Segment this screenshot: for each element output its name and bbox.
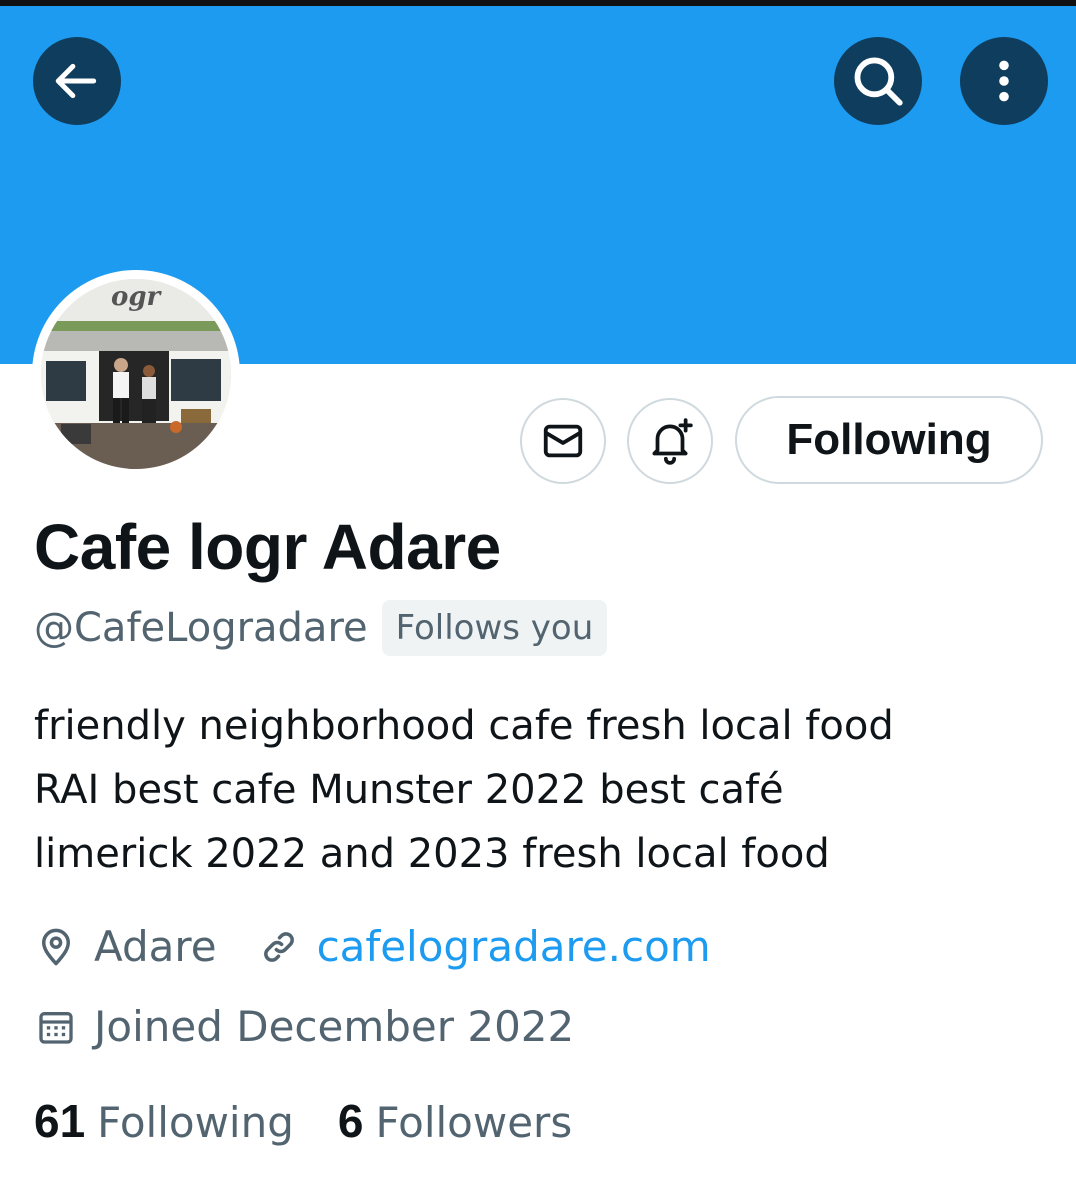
followers-label: Followers (375, 1098, 573, 1147)
followers-count: 6 (337, 1095, 364, 1147)
follows-you-badge: Follows you (381, 600, 608, 656)
message-button[interactable] (520, 398, 606, 484)
following-button[interactable]: Following (735, 396, 1043, 484)
profile-meta-row: Adare cafelogradare.com (34, 922, 751, 971)
following-label: Following (97, 1098, 294, 1147)
profile-stats: 61 Following 6 Followers (34, 1094, 616, 1148)
joined-text: Joined December 2022 (94, 1002, 575, 1051)
profile-page: ogr Following Cafe logr Adare @CafeLogra… (0, 0, 1076, 1200)
more-vertical-icon (999, 60, 1009, 102)
website-item[interactable]: cafelogradare.com (257, 922, 711, 971)
website-link[interactable]: cafelogradare.com (317, 922, 711, 971)
search-icon (854, 57, 903, 106)
following-count: 61 (34, 1095, 86, 1147)
envelope-icon (543, 424, 583, 458)
cafe-storefront-photo: ogr (41, 279, 231, 469)
bell-plus-icon (652, 418, 693, 465)
followers-stat[interactable]: 6 Followers (338, 1094, 572, 1148)
arrow-left-icon (55, 63, 97, 99)
bio-line: limerick 2022 and 2023 fresh local food (34, 831, 830, 877)
location-pin-icon (34, 925, 78, 969)
link-icon (257, 925, 301, 969)
avatar[interactable]: ogr (32, 270, 240, 478)
profile-meta-row: Joined December 2022 (34, 1002, 614, 1051)
bio-line: RAI best cafe Munster 2022 best café (34, 767, 784, 813)
search-button[interactable] (834, 37, 922, 125)
notifications-button[interactable] (627, 398, 713, 484)
bio-line: friendly neighborhood cafe fresh local f… (34, 703, 894, 749)
back-button[interactable] (33, 37, 121, 125)
following-stat[interactable]: 61 Following (34, 1094, 294, 1148)
svg-text:ogr: ogr (111, 282, 163, 312)
joined-item: Joined December 2022 (34, 1002, 574, 1051)
location-text: Adare (94, 922, 217, 971)
profile-bio: friendly neighborhood cafe fresh local f… (34, 694, 1044, 886)
profile-name: Cafe logr Adare (34, 511, 501, 583)
more-options-button[interactable] (960, 37, 1048, 125)
location-item: Adare (34, 922, 217, 971)
calendar-icon (34, 1005, 78, 1049)
handle-row: @CafeLogradare Follows you (34, 600, 608, 656)
profile-handle: @CafeLogradare (34, 605, 368, 651)
